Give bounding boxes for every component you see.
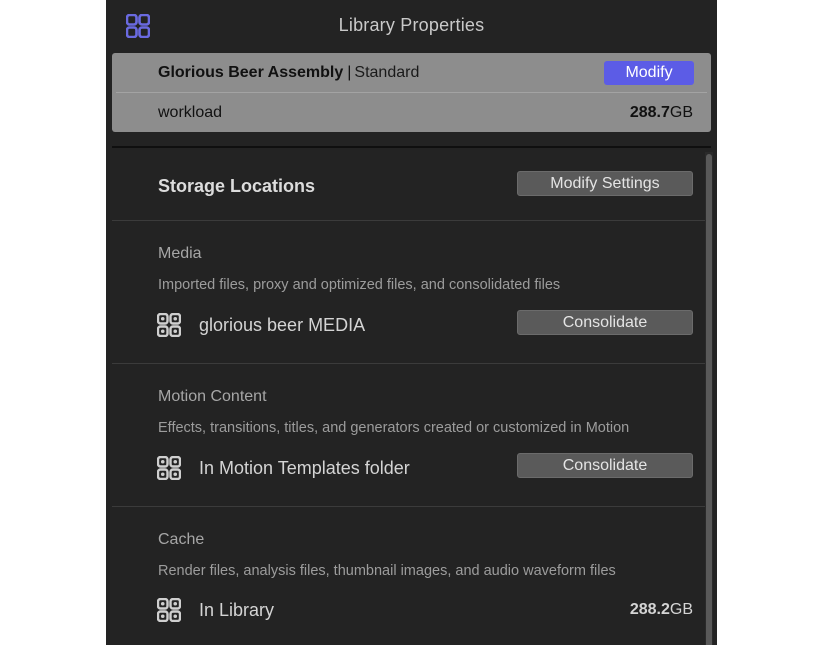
scrollbar-thumb[interactable] bbox=[706, 154, 712, 645]
library-type: Standard bbox=[354, 64, 420, 81]
vertical-scrollbar[interactable] bbox=[705, 152, 713, 645]
cache-size: 288.2GB bbox=[630, 601, 693, 619]
library-separator: | bbox=[347, 64, 352, 81]
motion-content-description: Effects, transitions, titles, and genera… bbox=[158, 420, 630, 436]
library-size: 288.7GB bbox=[630, 104, 693, 122]
cache-heading: Cache bbox=[158, 531, 205, 548]
media-heading: Media bbox=[158, 245, 202, 262]
modify-button[interactable]: Modify bbox=[604, 61, 694, 85]
section-divider bbox=[112, 220, 705, 221]
motion-content-location-label: In Motion Templates folder bbox=[199, 458, 410, 478]
library-icon bbox=[157, 313, 181, 337]
cache-location-label: In Library bbox=[199, 600, 275, 620]
header-separator bbox=[112, 146, 711, 148]
section-divider bbox=[112, 506, 705, 507]
library-size-value: 288.7 bbox=[629, 104, 670, 121]
cache-size-value: 288.2 bbox=[629, 601, 670, 618]
library-summary-card: Glorious Beer Assembly | Standard Modify w… bbox=[112, 53, 711, 132]
media-description: Imported files, proxy and optimized file… bbox=[158, 277, 561, 293]
title-bar: Library Properties bbox=[106, 0, 717, 52]
library-icon bbox=[157, 456, 181, 480]
media-location-label: glorious beer MEDIA bbox=[199, 315, 366, 335]
media-consolidate-button[interactable]: Consolidate bbox=[517, 310, 693, 335]
motion-content-consolidate-button[interactable]: Consolidate bbox=[517, 453, 693, 478]
library-name-row: Glorious Beer Assembly | Standard bbox=[158, 64, 419, 82]
library-size-unit: GB bbox=[669, 104, 693, 121]
card-divider bbox=[116, 92, 707, 93]
library-icon bbox=[157, 598, 181, 622]
section-divider bbox=[112, 363, 705, 364]
storage-locations-title: Storage Locations bbox=[158, 176, 316, 196]
page-title: Library Properties bbox=[338, 15, 485, 35]
library-name: Glorious Beer Assembly bbox=[158, 64, 344, 81]
library-properties-panel: Library Properties Glorious Beer Assembl… bbox=[106, 0, 717, 645]
cache-size-unit: GB bbox=[669, 601, 693, 618]
workload-label: workload bbox=[158, 104, 223, 121]
modify-settings-button[interactable]: Modify Settings bbox=[517, 171, 693, 196]
motion-content-heading: Motion Content bbox=[158, 388, 267, 405]
cache-description: Render files, analysis files, thumbnail … bbox=[158, 563, 616, 579]
